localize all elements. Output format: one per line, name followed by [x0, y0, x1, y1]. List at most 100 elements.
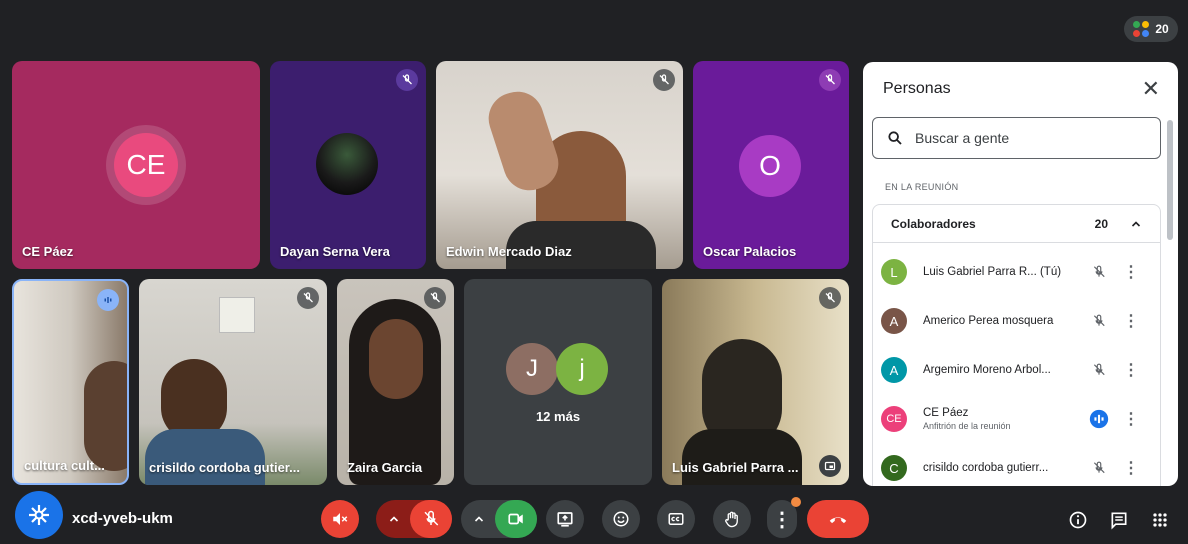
notification-dot	[791, 497, 801, 507]
video-tile-ce-paez[interactable]: CE CE Páez	[12, 61, 260, 269]
more-options-icon[interactable]: ⋮	[1123, 262, 1139, 282]
pin-tile-icon[interactable]	[819, 455, 841, 477]
leave-call-button[interactable]	[807, 500, 869, 538]
participant-name: CE Páez	[22, 244, 74, 259]
participant-name: Americo Perea mosquera	[923, 315, 1054, 327]
speaking-indicator-icon	[97, 289, 119, 311]
collaborators-group: Colaboradores 20	[872, 204, 1161, 486]
video-person	[84, 361, 127, 471]
meeting-details-icon[interactable]	[1068, 510, 1088, 535]
participant-row[interactable]: A Americo Perea mosquera ⋮	[881, 299, 1143, 343]
group-count: 20	[1094, 216, 1108, 231]
chevron-up-icon[interactable]	[388, 513, 400, 525]
avatar: A	[881, 308, 907, 334]
host-label: Anfitrión de la reunión	[923, 421, 1011, 431]
closed-captions-icon	[668, 513, 684, 525]
more-options-button[interactable]: ⋮	[767, 497, 801, 538]
video-tile-dayan[interactable]: Dayan Serna Vera	[270, 61, 426, 269]
speaking-indicator-icon	[1089, 409, 1109, 429]
call-end-icon	[829, 517, 847, 524]
close-icon[interactable]: ✕	[1142, 78, 1160, 100]
video-tile-more-participants[interactable]: J j 12 más	[464, 279, 652, 485]
search-box[interactable]	[872, 117, 1161, 159]
chat-icon[interactable]	[1109, 510, 1129, 535]
speaker-mute-button[interactable]	[321, 500, 359, 538]
participant-row[interactable]: CE CE Páez Anfitrión de la reunión ⋮	[881, 397, 1143, 441]
sparkle-icon	[29, 505, 49, 525]
video-tile-luis[interactable]: Luis Gabriel Parra ...	[662, 279, 849, 485]
volume-off-icon	[333, 513, 348, 525]
videocam-icon	[508, 513, 523, 525]
muted-mic-icon	[424, 287, 446, 309]
more-options-icon[interactable]: ⋮	[1123, 311, 1139, 331]
muted-mic-icon	[819, 287, 841, 309]
participant-name: Argemiro Moreno Arbol...	[923, 364, 1051, 376]
wall-sign	[219, 297, 255, 333]
activities-button[interactable]	[15, 491, 63, 539]
muted-mic-icon	[819, 69, 841, 91]
profile-photo	[316, 133, 378, 195]
video-tile-cultura[interactable]: cultura cult...	[12, 279, 129, 485]
participant-name: cultura cult...	[24, 458, 105, 473]
apps-grid-icon[interactable]	[1150, 510, 1170, 535]
mic-toggle-button[interactable]	[410, 500, 452, 538]
search-icon	[888, 131, 902, 145]
participant-row[interactable]: A Argemiro Moreno Arbol... ⋮	[881, 348, 1143, 392]
participant-name: Luis Gabriel Parra ...	[672, 460, 799, 475]
muted-mic-icon	[1089, 360, 1109, 380]
video-tile-oscar[interactable]: O Oscar Palacios	[693, 61, 849, 269]
section-label: EN LA REUNIÓN	[885, 182, 959, 192]
participant-name: crisildo cordoba gutier...	[149, 460, 300, 475]
video-shoulders	[682, 429, 802, 485]
muted-mic-icon	[1089, 311, 1109, 331]
participant-name: Zaira Garcia	[347, 460, 423, 475]
chevron-up-icon[interactable]	[1130, 218, 1142, 230]
muted-mic-icon	[396, 69, 418, 91]
participant-name: Edwin Mercado Diaz	[446, 244, 572, 259]
muted-mic-icon	[1089, 458, 1109, 478]
avatar: A	[881, 357, 907, 383]
participant-row[interactable]: L Luis Gabriel Parra R... (Tú) ⋮	[881, 250, 1143, 294]
hand-icon	[725, 511, 738, 528]
present-icon	[557, 512, 573, 527]
reactions-button[interactable]	[602, 500, 640, 538]
people-panel: Personas ✕ EN LA REUNIÓN Colaboradores 2…	[863, 62, 1178, 486]
participant-name: Oscar Palacios	[703, 244, 797, 259]
more-options-icon[interactable]: ⋮	[1123, 360, 1139, 380]
raise-hand-button[interactable]	[713, 500, 751, 538]
video-tile-zaira[interactable]: Zaira Garcia	[337, 279, 454, 485]
camera-toggle-button[interactable]	[495, 500, 537, 538]
video-tile-edwin[interactable]: Edwin Mercado Diaz	[436, 61, 683, 269]
more-options-icon[interactable]: ⋮	[1123, 409, 1139, 429]
emoji-icon	[613, 511, 629, 527]
participant-count: 20	[1155, 22, 1169, 36]
participant-name: Dayan Serna Vera	[280, 244, 390, 259]
avatar: C	[881, 455, 907, 481]
video-person	[369, 319, 423, 399]
video-tile-crisildo[interactable]: crisildo cordoba gutier...	[139, 279, 327, 485]
participant-name: crisildo cordoba gutierr...	[923, 462, 1049, 474]
mic-off-icon	[424, 510, 439, 526]
participant-count-badge[interactable]: 20	[1124, 16, 1178, 42]
more-participants-label: 12 más	[535, 409, 581, 424]
participant-name: CE Páez	[923, 407, 969, 419]
chevron-up-icon[interactable]	[473, 513, 485, 525]
muted-mic-icon	[1089, 262, 1109, 282]
avatar: O	[739, 135, 801, 197]
search-input[interactable]	[915, 130, 1135, 146]
participant-row[interactable]: C crisildo cordoba gutierr... ⋮	[881, 446, 1143, 486]
avatar: CE	[114, 133, 178, 197]
group-label: Colaboradores	[891, 216, 976, 231]
video-shirt	[145, 429, 265, 485]
present-screen-button[interactable]	[546, 500, 584, 538]
avatar: j	[556, 343, 608, 395]
captions-button[interactable]	[657, 500, 695, 538]
collaborators-header[interactable]: Colaboradores 20	[873, 205, 1160, 243]
participant-name: Luis Gabriel Parra R... (Tú)	[923, 266, 1062, 278]
scrollbar[interactable]	[1167, 120, 1173, 240]
more-options-icon[interactable]: ⋮	[1123, 458, 1139, 478]
muted-mic-icon	[297, 287, 319, 309]
bottom-toolbar: xcd-yveb-ukm ⋮	[0, 490, 1188, 544]
participants-icon	[1133, 21, 1150, 37]
meeting-code: xcd-yveb-ukm	[72, 510, 173, 527]
